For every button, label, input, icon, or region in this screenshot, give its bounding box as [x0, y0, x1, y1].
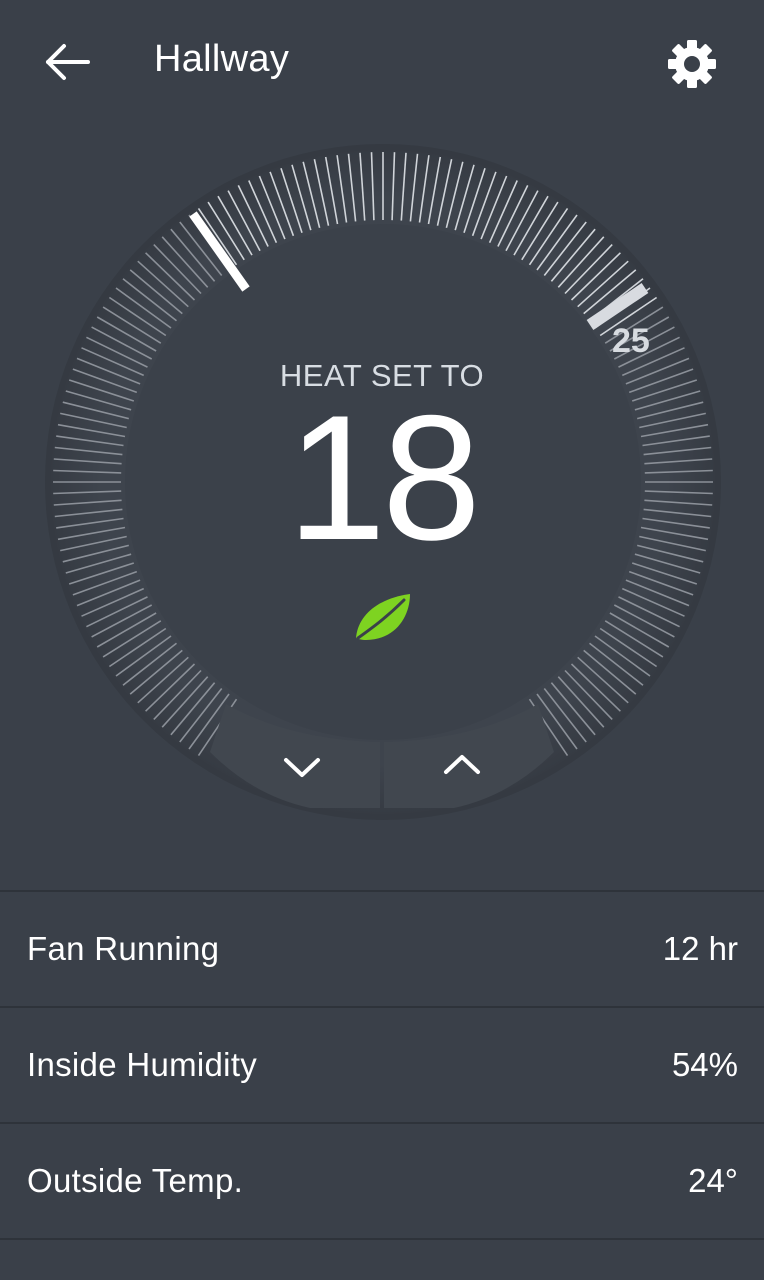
down-button-bg — [210, 704, 380, 808]
setpoint-value: 18 — [287, 378, 481, 577]
decrease-temp-button[interactable] — [210, 704, 380, 808]
stat-value: 12 hr — [662, 930, 738, 967]
stat-row-outside-temp[interactable]: Outside Temp. 24° — [0, 1124, 764, 1238]
stat-row-fan[interactable]: Fan Running 12 hr — [0, 892, 764, 1006]
thermostat-dial: HEAT SET TO 18 25 — [0, 0, 764, 860]
stat-value: 24° — [688, 1162, 738, 1199]
leaf-icon — [356, 594, 410, 640]
divider — [0, 1238, 764, 1240]
stat-label: Outside Temp. — [27, 1162, 244, 1199]
eco-leaf-icon — [352, 592, 414, 644]
up-button-bg — [384, 704, 554, 808]
max-temp-label: 25 — [612, 322, 650, 360]
stat-label: Fan Running — [27, 930, 220, 967]
increase-temp-button[interactable] — [384, 704, 554, 808]
stat-label: Inside Humidity — [27, 1046, 258, 1083]
stat-row-humidity[interactable]: Inside Humidity 54% — [0, 1008, 764, 1122]
stat-value: 54% — [671, 1046, 738, 1083]
